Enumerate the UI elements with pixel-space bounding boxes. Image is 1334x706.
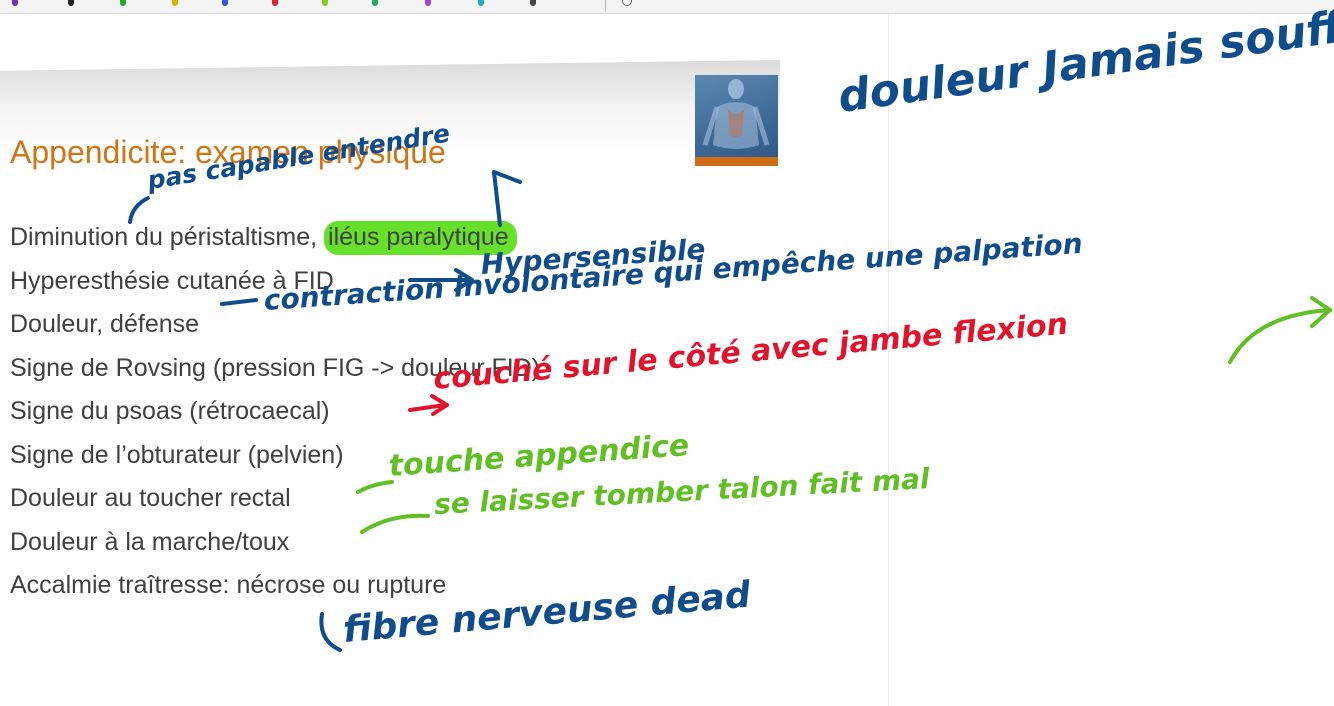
ink-bracket-fibre	[319, 612, 342, 652]
ink-arrow-green-right	[1228, 296, 1332, 364]
ink-stroke-toucher	[356, 480, 394, 494]
ink-arrow-hypersensible	[408, 268, 474, 292]
ink-strokes	[128, 170, 1332, 652]
ink-arrow-psoas	[408, 394, 449, 416]
ink-hook-stroke	[128, 196, 150, 224]
ink-arrow-up	[492, 170, 522, 227]
ink-stroke-marche	[360, 513, 430, 534]
ink-dash-contraction	[220, 298, 258, 306]
